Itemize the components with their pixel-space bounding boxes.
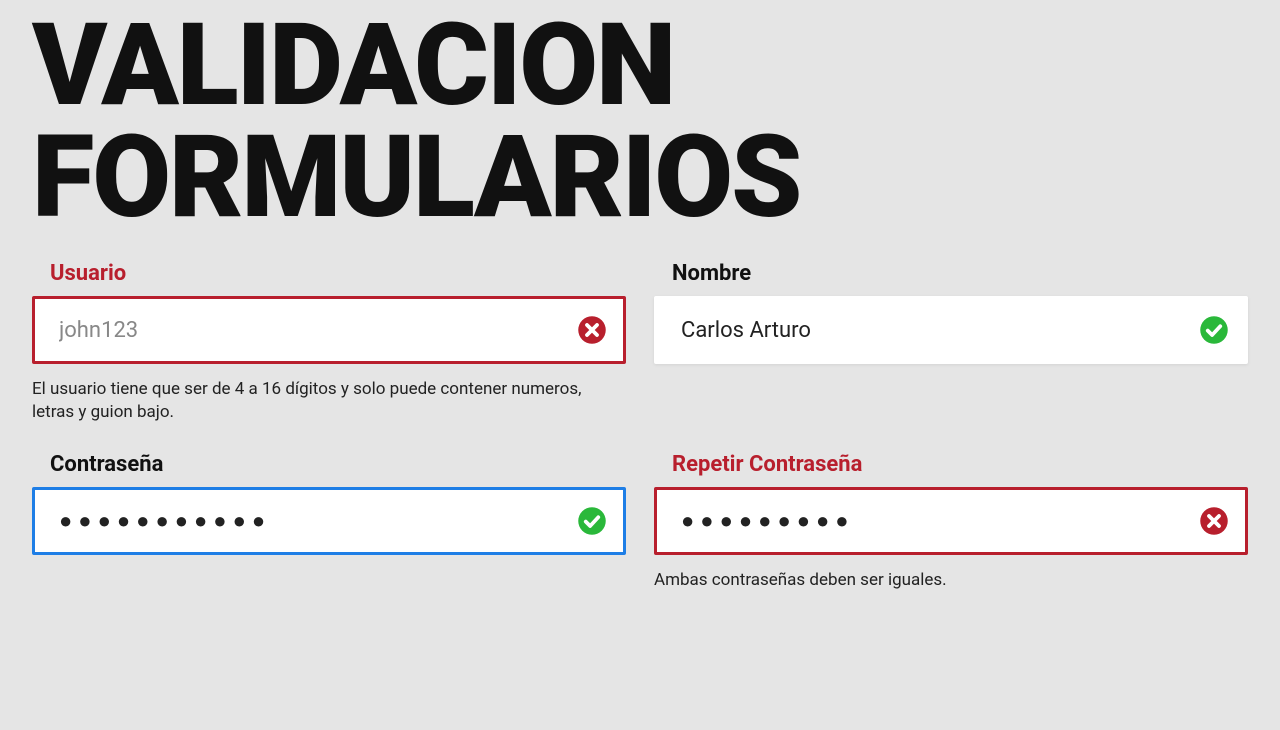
error-icon — [577, 315, 607, 345]
page-headline: VALIDACION FORMULARIOS — [32, 10, 1248, 233]
headline-line-2: FORMULARIOS — [32, 110, 801, 244]
field-usuario: Usuario john123 El usuario tiene que ser… — [32, 261, 626, 424]
input-usuario[interactable]: john123 — [32, 296, 626, 364]
input-repetir-contrasena[interactable]: ●●●●●●●●● — [654, 487, 1248, 555]
check-icon — [577, 506, 607, 536]
field-nombre: Nombre Carlos Arturo — [654, 261, 1248, 364]
input-contrasena-text: ●●●●●●●●●●● — [59, 508, 271, 534]
label-contrasena: Contraseña — [50, 452, 626, 477]
label-usuario: Usuario — [50, 261, 626, 286]
error-icon — [1199, 506, 1229, 536]
input-contrasena[interactable]: ●●●●●●●●●●● — [32, 487, 626, 555]
form-grid: Usuario john123 El usuario tiene que ser… — [32, 261, 1248, 592]
label-nombre: Nombre — [672, 261, 1248, 286]
input-repetir-contrasena-text: ●●●●●●●●● — [681, 508, 855, 534]
field-repetir-contrasena: Repetir Contraseña ●●●●●●●●● Ambas contr… — [654, 452, 1248, 592]
field-contrasena: Contraseña ●●●●●●●●●●● — [32, 452, 626, 555]
input-nombre-text: Carlos Arturo — [681, 318, 811, 343]
check-icon — [1199, 315, 1229, 345]
input-nombre[interactable]: Carlos Arturo — [654, 296, 1248, 364]
input-usuario-text: john123 — [59, 318, 138, 343]
hint-repetir-contrasena: Ambas contraseñas deben ser iguales. — [654, 569, 1214, 592]
label-repetir-contrasena: Repetir Contraseña — [672, 452, 1248, 477]
hint-usuario: El usuario tiene que ser de 4 a 16 dígit… — [32, 378, 592, 424]
